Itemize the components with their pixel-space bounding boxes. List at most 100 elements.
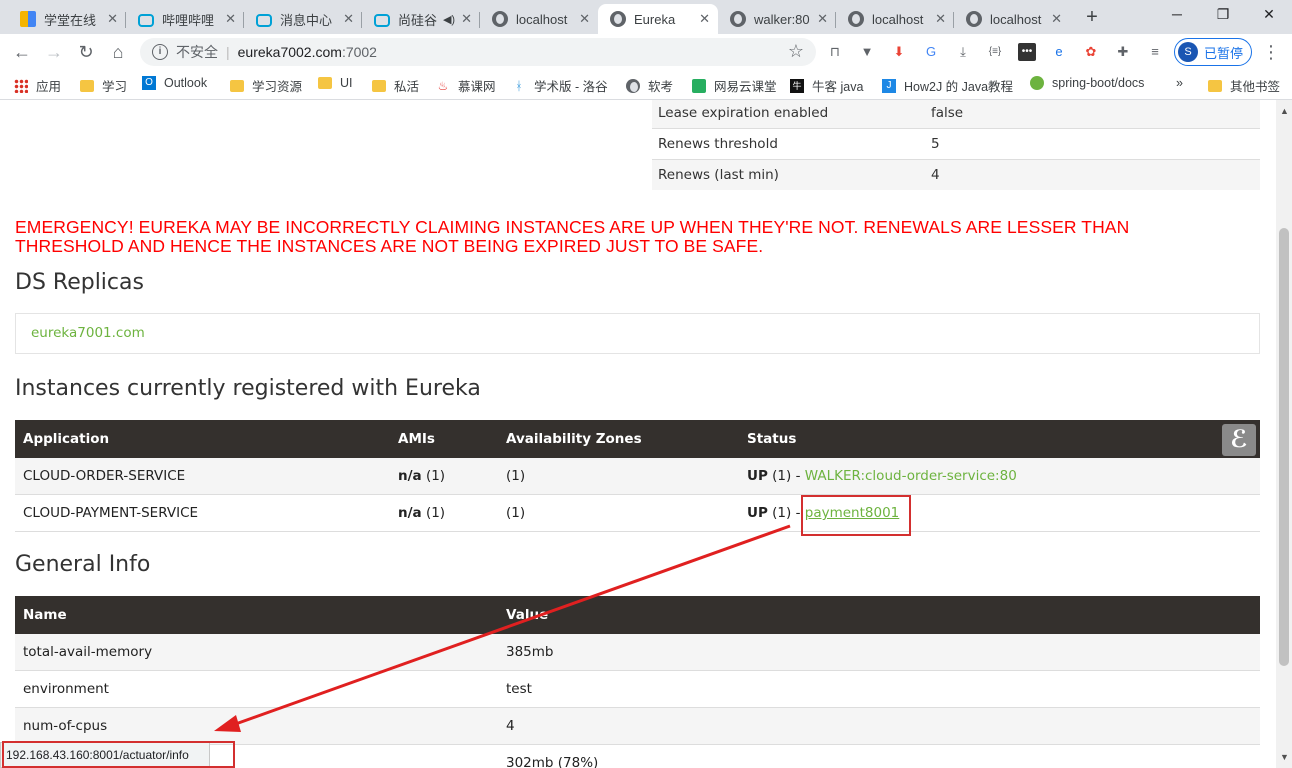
info-name: environment	[23, 681, 109, 697]
info-icon[interactable]: i	[152, 44, 168, 60]
outlook-icon: O	[142, 76, 156, 90]
puzzle-icon[interactable]: ✚	[1114, 43, 1132, 61]
bookmark-side-jobs[interactable]: 私活	[372, 76, 419, 95]
more-menu-icon[interactable]: ⋮	[1262, 42, 1280, 63]
insecure-label: 不安全	[176, 44, 218, 60]
instances-heading: Instances currently registered with Eure…	[15, 376, 481, 401]
annotation-highlight-box	[801, 495, 911, 536]
bookmark-nowcoder[interactable]: 牛牛客 java	[790, 76, 863, 95]
close-icon[interactable]: ✕	[699, 11, 710, 27]
tab-localhost-2[interactable]: localhost ✕	[836, 4, 954, 34]
restore-icon[interactable]: ❐	[1208, 6, 1238, 23]
nowcoder-icon: 牛	[790, 78, 804, 93]
bookmark-label: spring-boot/docs	[1052, 76, 1145, 90]
forward-arrow-icon[interactable]: →	[42, 40, 66, 64]
how2j-icon: J	[882, 78, 896, 93]
tab-message-center[interactable]: 消息中心 ✕	[244, 4, 362, 34]
bookmark-label: 学术版 - 洛谷	[534, 80, 608, 94]
bookmark-other[interactable]: 其他书签	[1208, 76, 1280, 95]
tab-xuetang[interactable]: 学堂在线 ✕	[8, 4, 126, 34]
home-icon[interactable]: ⌂	[106, 40, 130, 64]
status-count: (1) -	[772, 468, 801, 484]
tab-label: 学堂在线	[44, 12, 97, 28]
globe-icon	[610, 11, 626, 27]
tab-label: 哔哩哔哩	[162, 12, 215, 28]
tab-label: localhost	[872, 11, 924, 27]
profile-button[interactable]: S 已暂停	[1174, 38, 1252, 66]
minimize-icon[interactable]: ─	[1162, 6, 1192, 22]
folder-icon	[230, 79, 244, 92]
new-tab-button[interactable]: +	[1080, 5, 1104, 29]
extension-colorful-icon[interactable]: ✿	[1082, 43, 1100, 61]
bookmark-luogu[interactable]: ᚼ 学术版 - 洛谷	[512, 76, 608, 95]
speaker-icon[interactable]: ◀)	[443, 13, 455, 26]
table-row: num-of-cpus 4	[15, 708, 1260, 745]
bookmark-outlook[interactable]: O Outlook	[142, 76, 207, 90]
page-scrollbar[interactable]: ▲ ▼	[1276, 100, 1292, 768]
reload-icon[interactable]: ↻	[74, 40, 98, 64]
terminal-icon[interactable]: •••	[1018, 43, 1036, 61]
download-icon[interactable]: ⤓	[954, 43, 972, 61]
replica-list: eureka7001.com	[15, 313, 1260, 354]
close-icon[interactable]: ✕	[935, 11, 946, 27]
bookmark-label: 牛客 java	[812, 80, 864, 94]
close-icon[interactable]: ✕	[1051, 11, 1062, 27]
bookmark-apps[interactable]: 应用	[14, 76, 61, 95]
tab-walker[interactable]: walker:80 ✕	[718, 4, 836, 34]
close-icon[interactable]: ✕	[343, 11, 354, 27]
tab-atguigu[interactable]: 尚硅谷 ◀) ✕	[362, 4, 480, 34]
general-info-heading: General Info	[15, 552, 151, 577]
scroll-down-arrow-icon[interactable]: ▼	[1280, 752, 1289, 762]
bookmark-ribbon-icon[interactable]: ⊓	[826, 43, 844, 61]
bookmark-ruankao[interactable]: 软考	[626, 76, 673, 95]
translate-icon[interactable]: G	[922, 43, 940, 61]
window-close-icon[interactable]: ✕	[1254, 6, 1284, 23]
tab-localhost-1[interactable]: localhost ✕	[480, 4, 598, 34]
ami-value: n/a	[398, 468, 422, 484]
lease-row: Renews threshold 5	[652, 128, 1260, 159]
tab-label: walker:80	[754, 11, 810, 27]
close-icon[interactable]: ✕	[461, 11, 472, 27]
tab-eureka[interactable]: Eureka ✕	[598, 4, 718, 34]
bookmark-star-icon[interactable]: ☆	[788, 41, 804, 62]
bilibili-icon	[138, 13, 154, 27]
info-value: test	[506, 681, 532, 697]
edge-icon[interactable]: e	[1050, 43, 1068, 61]
replica-link[interactable]: eureka7001.com	[31, 325, 145, 341]
folder-icon	[80, 79, 94, 92]
download-helper-icon[interactable]: ⬇	[890, 43, 908, 61]
tab-bilibili[interactable]: 哔哩哔哩 ✕	[126, 4, 244, 34]
lease-value: 4	[931, 167, 940, 183]
close-icon[interactable]: ✕	[817, 11, 828, 27]
status-value: UP	[747, 505, 768, 521]
close-icon[interactable]: ✕	[225, 11, 236, 27]
tab-localhost-3[interactable]: localhost ✕	[954, 4, 1070, 34]
folder-icon	[372, 79, 386, 92]
scrollbar-thumb[interactable]	[1279, 228, 1289, 666]
address-bar[interactable]: i 不安全 | eureka7002.com:7002 ☆	[140, 38, 816, 66]
bookmark-ui[interactable]: UI	[318, 76, 353, 90]
lease-key: Renews (last min)	[658, 167, 779, 183]
luogu-icon: ᚼ	[515, 78, 523, 93]
vue-devtools-icon[interactable]: ▼	[858, 43, 876, 61]
tab-label: 尚硅谷	[398, 12, 438, 28]
bookmark-how2j[interactable]: J How2J 的 Java教程	[882, 76, 1013, 95]
scroll-up-arrow-icon[interactable]: ▲	[1280, 106, 1289, 116]
bookmark-imooc[interactable]: ♨ 慕课网	[436, 76, 496, 95]
bookmark-spring-boot-docs[interactable]: spring-boot/docs	[1030, 76, 1144, 90]
reading-list-icon[interactable]: ≡	[1146, 43, 1164, 61]
back-arrow-icon[interactable]: ←	[10, 40, 34, 64]
bookmark-163-study[interactable]: 网易云课堂	[692, 76, 777, 95]
bookmarks-overflow-button[interactable]: »	[1176, 76, 1183, 90]
json-viewer-icon[interactable]: {≡}	[986, 43, 1004, 61]
close-icon[interactable]: ✕	[107, 11, 118, 27]
lease-row: Lease expiration enabled false	[652, 100, 1260, 128]
info-value: 302mb (78%)	[506, 755, 599, 768]
column-header: Name	[23, 607, 67, 623]
bookmark-study[interactable]: 学习	[80, 76, 127, 95]
instance-link[interactable]: WALKER:cloud-order-service:80	[805, 468, 1017, 484]
close-icon[interactable]: ✕	[579, 11, 590, 27]
xuetang-icon	[20, 11, 36, 27]
bookmark-resources[interactable]: 学习资源	[230, 76, 302, 95]
profile-label: 已暂停	[1204, 45, 1244, 61]
